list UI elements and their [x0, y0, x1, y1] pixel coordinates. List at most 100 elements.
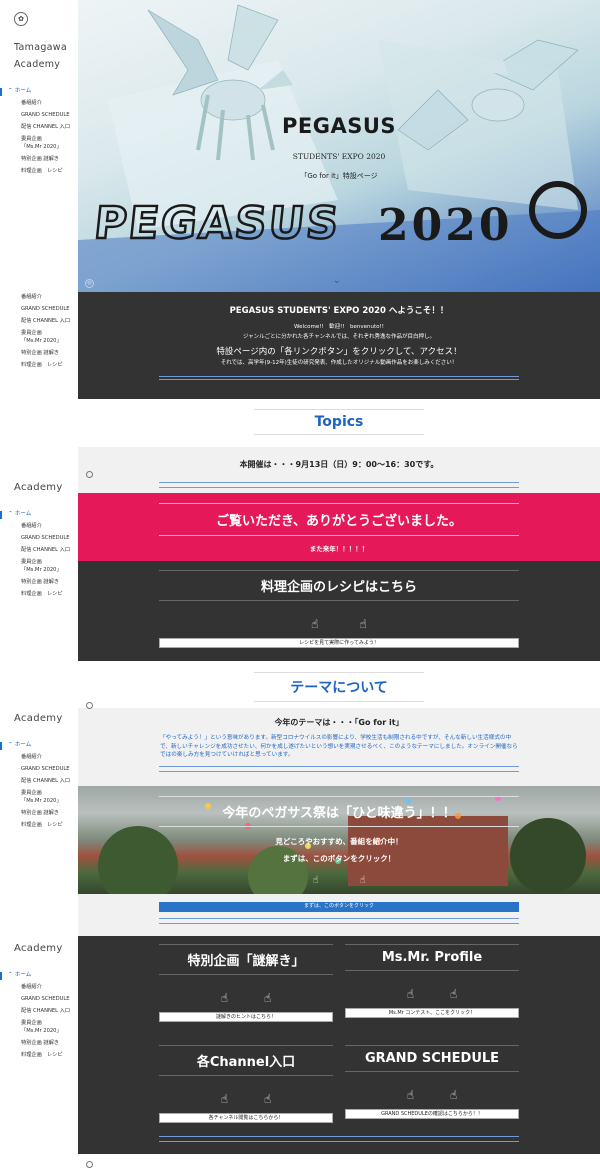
welcome-heading: PEGASUS STUDENTS' EXPO 2020 へようこそ！！ [229, 306, 449, 316]
sidebar-nav: ⌃ ホーム 番組紹介 GRAND SCHEDULE 配信 CHANNEL 入口 委… [0, 972, 78, 1059]
start-button-section: まずは、このボタンをクリック [78, 894, 600, 936]
welcome-line3: それでは、高学年(9-12年)生徒の研究発表、作成したオリジナル動画作品をお楽し… [220, 360, 458, 366]
channel-button[interactable]: 各チャンネル閲覧はこちらから！ [159, 1113, 333, 1123]
page: ✿ Tamagawa Academy ⌃ ホーム 番組紹介 GRAND SCHED… [0, 0, 600, 1176]
pointer-hand-icon: ☝ [406, 1088, 414, 1102]
divider [254, 434, 424, 435]
theme-line: 今年のテーマは・・・「Go for it」 [274, 718, 404, 727]
pointer-hand-icon: ☝ [264, 991, 272, 1005]
brand-short[interactable]: Academy [0, 480, 78, 495]
sidebar-item-recipe[interactable]: 料理企画 レシピ [0, 591, 78, 599]
pointer-hand-icon: ☝ [220, 1092, 228, 1106]
sidebar-repeat-2: Academy ⌃ ホーム 番組紹介 GRAND SCHEDULE 配信 CHAN… [0, 480, 78, 603]
brand-short[interactable]: Academy [0, 941, 78, 956]
sidebar-item-schedule[interactable]: GRAND SCHEDULE [0, 535, 78, 543]
sidebar-item-home[interactable]: ⌃ ホーム [0, 511, 78, 519]
sidebar-repeat-4: Academy ⌃ ホーム 番組紹介 GRAND SCHEDULE 配信 CHAN… [0, 941, 78, 1064]
schedule-card: GRAND SCHEDULE ☝ ☝ GRAND SCHEDULEの確認はこちらか… [345, 1045, 519, 1119]
topics-header: Topics [78, 409, 600, 435]
theme-header: テーマについて [78, 672, 600, 702]
channel-card: 各Channel入口 ☝ ☝ 各チャンネル閲覧はこちらから！ [159, 1045, 333, 1123]
divider [159, 1141, 519, 1142]
sidebar-item-nazotoki[interactable]: 特別企画 謎解き [0, 579, 78, 587]
divider [159, 482, 519, 483]
recipe-button[interactable]: レシピを見て実際に作ってみよう！ [159, 638, 519, 648]
icon-row: ☝ ☝ [345, 1084, 519, 1103]
sidebar-item-channel[interactable]: 配信 CHANNEL 入口 [0, 778, 78, 786]
sidebar-item-schedule[interactable]: GRAND SCHEDULE [0, 766, 78, 774]
pointer-hand-icon: ☝ [220, 991, 228, 1005]
brand-line1[interactable]: Tamagawa [0, 40, 78, 55]
brand-line2[interactable]: Academy [0, 57, 78, 72]
welcome-line2: 特設ページ内の「各リンクボタン」をクリックして、アクセス！ [216, 347, 462, 357]
clock-icon [86, 471, 93, 478]
pointer-hand-icon: ☝ [311, 617, 319, 631]
sidebar-item-home[interactable]: ⌃ ホーム [0, 972, 78, 980]
sidebar-sticky-1: 番組紹介 GRAND SCHEDULE 配信 CHANNEL 入口 委員企画 「M… [0, 294, 78, 374]
icon-row: ☝ ☝ [159, 1088, 333, 1107]
sidebar-item-channel[interactable]: 配信 CHANNEL 入口 [0, 1008, 78, 1016]
sidebar-item-nazotoki[interactable]: 特別企画 謎解き [0, 810, 78, 818]
sidebar-item-nazotoki[interactable]: 特別企画 謎解き [0, 156, 78, 164]
sidebar-item-msmr[interactable]: 委員企画 「Ms.Mr 2020」 [0, 790, 78, 805]
divider [345, 970, 519, 971]
nazotoki-card: 特別企画「謎解き」 ☝ ☝ 謎解きのヒントはこちら！ [159, 944, 333, 1022]
chevron-down-icon: ⌃ [8, 88, 13, 94]
sidebar-item-program[interactable]: 番組紹介 [0, 294, 78, 302]
sidebar-item-program[interactable]: 番組紹介 [0, 523, 78, 531]
grand-schedule-button[interactable]: GRAND SCHEDULEの確認はこちらから！！ [345, 1109, 519, 1119]
sidebar-item-channel[interactable]: 配信 CHANNEL 入口 [0, 318, 78, 326]
profile-title: Ms.Mr. Profile [381, 950, 483, 965]
instagram-icon[interactable]: ◎ [85, 279, 94, 288]
sidebar-item-schedule[interactable]: GRAND SCHEDULE [0, 112, 78, 120]
sidebar-item-schedule[interactable]: GRAND SCHEDULE [0, 996, 78, 1004]
profile-button[interactable]: Ms.Mr コンテスト、ここをクリック！ [345, 1008, 519, 1018]
sidebar-item-nazotoki[interactable]: 特別企画 謎解き [0, 1040, 78, 1048]
nazotoki-title: 特別企画「謎解き」 [187, 954, 305, 969]
divider [159, 923, 519, 924]
next-year-text: また来年！！！！！ [309, 545, 369, 553]
sidebar-item-msmr[interactable]: 委員企画 「Ms.Mr 2020」 [0, 136, 78, 151]
sidebar-nav: ⌃ ホーム 番組紹介 GRAND SCHEDULE 配信 CHANNEL 入口 委… [0, 742, 78, 829]
topics-title: Topics [314, 414, 364, 430]
divider [159, 600, 519, 601]
sidebar-item-recipe[interactable]: 料理企画 レシピ [0, 822, 78, 830]
schedule-text: 本開催は・・・9月13日（日）9：00～16：30です。 [239, 460, 439, 469]
icon-row: ☝ ☝ [78, 613, 600, 632]
pegasus-art-text: PEGASUS [92, 198, 343, 249]
school-logo-icon[interactable]: ✿ [14, 12, 28, 26]
scroll-down-icon[interactable]: ⌄ [333, 276, 341, 286]
hero-title: PEGASUS [281, 114, 397, 138]
sidebar-item-program[interactable]: 番組紹介 [0, 100, 78, 108]
sidebar-item-recipe[interactable]: 料理企画 レシピ [0, 168, 78, 176]
icon-row: ☝ ☝ [345, 983, 519, 1002]
sidebar-item-recipe[interactable]: 料理企画 レシピ [0, 1052, 78, 1060]
sidebar-item-channel[interactable]: 配信 CHANNEL 入口 [0, 547, 78, 555]
hero-banner: PEGASUS 2020 PEGASUS STUDENTS' EXPO 2020… [78, 0, 600, 292]
nazotoki-button[interactable]: 謎解きのヒントはこちら！ [159, 1012, 333, 1022]
photo-subtitle2: まずは、このボタンをクリック！ [282, 854, 396, 863]
welcome-greeting: Welcome!! 歓迎!! benvenuto!! [294, 324, 384, 330]
sidebar-item-home[interactable]: ⌃ ホーム [0, 742, 78, 750]
icon-row: ☝ ☝ [159, 987, 333, 1006]
divider [159, 1075, 333, 1076]
sidebar-item-program[interactable]: 番組紹介 [0, 754, 78, 762]
brand-short[interactable]: Academy [0, 711, 78, 726]
sidebar-item-msmr[interactable]: 委員企画 「Ms.Mr 2020」 [0, 1020, 78, 1035]
start-button[interactable]: まずは、このボタンをクリック [159, 902, 519, 912]
theme-section: 今年のテーマは・・・「Go for it」 「やってみよう！」という意味がありま… [78, 702, 600, 786]
sidebar-repeat-3: Academy ⌃ ホーム 番組紹介 GRAND SCHEDULE 配信 CHAN… [0, 711, 78, 834]
icon-row: ☝ ☝ [78, 868, 600, 887]
channel-title: 各Channel入口 [196, 1055, 296, 1070]
sidebar-item-channel[interactable]: 配信 CHANNEL 入口 [0, 124, 78, 132]
sidebar-item-schedule[interactable]: GRAND SCHEDULE [0, 306, 78, 314]
sidebar-item-nazotoki[interactable]: 特別企画 謎解き [0, 350, 78, 358]
sidebar-item-program[interactable]: 番組紹介 [0, 984, 78, 992]
sidebar-nav: ⌃ ホーム 番組紹介 GRAND SCHEDULE 配信 CHANNEL 入口 委… [0, 88, 78, 175]
sidebar-nav: ⌃ ホーム 番組紹介 GRAND SCHEDULE 配信 CHANNEL 入口 委… [0, 511, 78, 598]
sidebar-item-home[interactable]: ⌃ ホーム [0, 88, 78, 96]
sidebar-item-msmr[interactable]: 委員企画 「Ms.Mr 2020」 [0, 330, 78, 345]
pointer-hand-icon: ☝ [450, 1088, 458, 1102]
sidebar-item-msmr[interactable]: 委員企画 「Ms.Mr 2020」 [0, 559, 78, 574]
sidebar-item-recipe[interactable]: 料理企画 レシピ [0, 362, 78, 370]
